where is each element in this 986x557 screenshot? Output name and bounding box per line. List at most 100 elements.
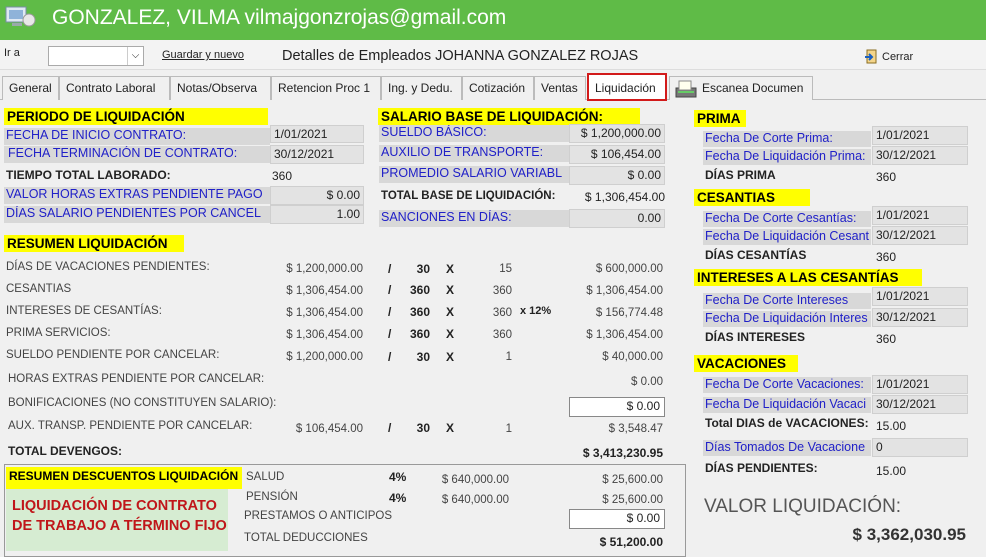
row-divisor: 30: [416, 350, 430, 364]
toolbar: Ir a ⌵ Guardar y nuevo Detalles de Emple…: [0, 40, 986, 70]
tab-general[interactable]: General: [2, 76, 59, 100]
contract-type-banner: LIQUIDACIÓN DE CONTRATO DE TRABAJO A TÉR…: [6, 489, 228, 551]
fecha-inicio-label: FECHA DE INICIO CONTRATO:: [4, 128, 270, 145]
valor-liquidacion-label: VALOR LIQUIDACIÓN:: [704, 496, 902, 517]
sueldo-basico-value: $ 1,200,000.00: [569, 124, 665, 143]
auxilio-transporte-label: AUXILIO DE TRANSPORTE:: [379, 145, 569, 162]
row-slash: /: [388, 283, 392, 297]
close-button[interactable]: Cerrar: [882, 51, 913, 63]
vacaciones-liq-label: Fecha De Liquidación Vacaci: [703, 397, 871, 413]
prestamos-input[interactable]: $ 0.00: [569, 509, 665, 529]
goto-dropdown[interactable]: ⌵: [48, 46, 144, 66]
horas-extras-label: VALOR HORAS EXTRAS PENDIENTE PAGO: [4, 187, 270, 204]
vacaciones-liq-value: 30/12/2021: [872, 395, 968, 414]
row-days: 1: [505, 423, 512, 435]
vacaciones-pendientes-label: DÍAS PENDIENTES:: [705, 461, 818, 475]
row-label: SUELDO PENDIENTE POR CANCELAR:: [6, 349, 220, 361]
pension-base: $ 640,000.00: [441, 494, 509, 506]
fecha-inicio-value: 1/01/2021: [270, 125, 364, 143]
tab-retencion[interactable]: Retencion Proc 1: [271, 76, 381, 100]
row-x: X: [446, 327, 455, 341]
window-title: GONZALEZ, VILMA vilmajgonzrojas@gmail.co…: [52, 6, 507, 29]
tab-escanea-documen[interactable]: Escanea Documen: [669, 76, 813, 100]
title-bar: GONZALEZ, VILMA vilmajgonzrojas@gmail.co…: [0, 0, 986, 40]
salud-value: $ 25,600.00: [602, 474, 663, 486]
scanner-icon: [674, 79, 698, 99]
row-label: INTERESES DE CESANTÍAS:: [6, 305, 162, 317]
auxilio-transporte-value: $ 106,454.00: [569, 145, 665, 164]
sanciones-label: SANCIONES EN DÍAS:: [379, 210, 569, 227]
row-slash: /: [388, 305, 392, 319]
vacaciones-corte-value: 1/01/2021: [872, 375, 968, 394]
horas-extras-pendientes-value: $ 0.00: [631, 376, 663, 388]
pension-label: PENSIÓN: [246, 491, 298, 503]
row-days: 360: [492, 329, 512, 341]
tab-cotizacion[interactable]: Cotización: [462, 76, 534, 100]
goto-label: Ir a: [4, 47, 20, 59]
row-total: $ 600,000.00: [595, 263, 663, 275]
cesantias-heading: CESANTIAS: [694, 189, 810, 206]
salud-base: $ 640,000.00: [441, 474, 509, 486]
contract-type-line2: DE TRABAJO A TÉRMINO FIJO: [12, 518, 227, 534]
intereses-corte-label: Fecha De Corte Intereses: [703, 293, 871, 309]
row-total: $ 1,306,454.00: [586, 329, 663, 341]
row-slash: /: [388, 262, 392, 276]
horas-extras-value[interactable]: $ 0.00: [270, 186, 364, 205]
horas-extras-pendientes-label: HORAS EXTRAS PENDIENTE POR CANCELAR:: [8, 373, 265, 385]
row-base: $ 1,306,454.00: [286, 285, 363, 297]
salud-pct: 4%: [389, 470, 407, 484]
chevron-down-icon[interactable]: ⌵: [127, 47, 143, 65]
dias-salario-value[interactable]: 1.00: [270, 205, 364, 224]
tab-ingresos-deducciones[interactable]: Ing. y Dedu.: [381, 76, 462, 100]
row-x: X: [446, 283, 455, 297]
row-base: $ 1,200,000.00: [286, 263, 363, 275]
tab-escanea-label: Escanea Documen: [702, 81, 804, 95]
vacaciones-total-label: Total DIAS de VACACIONES:: [705, 416, 869, 430]
row-days: 1: [505, 351, 512, 363]
prima-liq-value: 30/12/2021: [872, 146, 968, 165]
cesantias-liq-label: Fecha De Liquidación Cesant: [703, 229, 871, 245]
row-days: 15: [499, 263, 512, 275]
prima-heading: PRIMA: [694, 110, 746, 127]
cesantias-dias-value: 360: [876, 250, 897, 264]
aux-transp-label: AUX. TRANSP. PENDIENTE POR CANCELAR:: [8, 420, 253, 432]
row-multiplier: x 12%: [520, 305, 552, 317]
prima-corte-label: Fecha De Corte Prima:: [703, 131, 871, 147]
tab-ventas[interactable]: Ventas: [534, 76, 586, 100]
row-divisor: 30: [416, 421, 430, 435]
cesantias-corte-label: Fecha De Corte Cesantías:: [703, 211, 871, 227]
tab-liquidacion[interactable]: Liquidación: [587, 73, 667, 101]
save-new-button[interactable]: Guardar y nuevo: [162, 49, 244, 61]
fecha-terminacion-label: FECHA TERMINACIÓN DE CONTRATO:: [4, 146, 270, 163]
intereses-dias-value: 360: [876, 332, 897, 346]
vacaciones-heading: VACACIONES: [694, 355, 798, 372]
close-icon[interactable]: [864, 49, 880, 65]
total-devengos-label: TOTAL DEVENGOS:: [8, 444, 123, 458]
intereses-heading: INTERESES A LAS CESANTÍAS: [694, 269, 922, 286]
contract-type-line1: LIQUIDACIÓN DE CONTRATO: [12, 498, 217, 514]
pension-value: $ 25,600.00: [602, 494, 663, 506]
sanciones-value[interactable]: 0.00: [569, 209, 665, 228]
row-base: $ 1,306,454.00: [286, 329, 363, 341]
row-label: CESANTIAS: [6, 283, 72, 295]
total-devengos-value: $ 3,413,230.95: [582, 446, 663, 460]
total-base-value: $ 1,306,454.00: [584, 190, 665, 204]
vacaciones-pendientes-value: 15.00: [876, 464, 907, 478]
cesantias-liq-value: 30/12/2021: [872, 226, 968, 245]
tab-notas[interactable]: Notas/Observa: [170, 76, 271, 100]
row-slash: /: [388, 327, 392, 341]
row-divisor: 360: [409, 327, 430, 341]
row-label: DÍAS DE VACACIONES PENDIENTES:: [6, 261, 210, 273]
vacaciones-corte-label: Fecha De Corte Vacaciones:: [703, 377, 871, 393]
intereses-dias-label: DÍAS INTERESES: [705, 330, 806, 344]
row-x: X: [446, 421, 455, 435]
bonificaciones-input[interactable]: $ 0.00: [569, 397, 665, 417]
row-x: X: [446, 262, 455, 276]
row-total: $ 40,000.00: [602, 351, 663, 363]
row-days: 360: [492, 307, 512, 319]
tab-contrato-laboral[interactable]: Contrato Laboral: [59, 76, 170, 100]
prima-liq-label: Fecha De Liquidación Prima:: [703, 149, 871, 165]
total-deducciones-value: $ 51,200.00: [599, 535, 663, 549]
vacaciones-tomados-value[interactable]: 0: [872, 438, 968, 457]
tab-bar: General Contrato Laboral Notas/Observa R…: [0, 72, 986, 101]
